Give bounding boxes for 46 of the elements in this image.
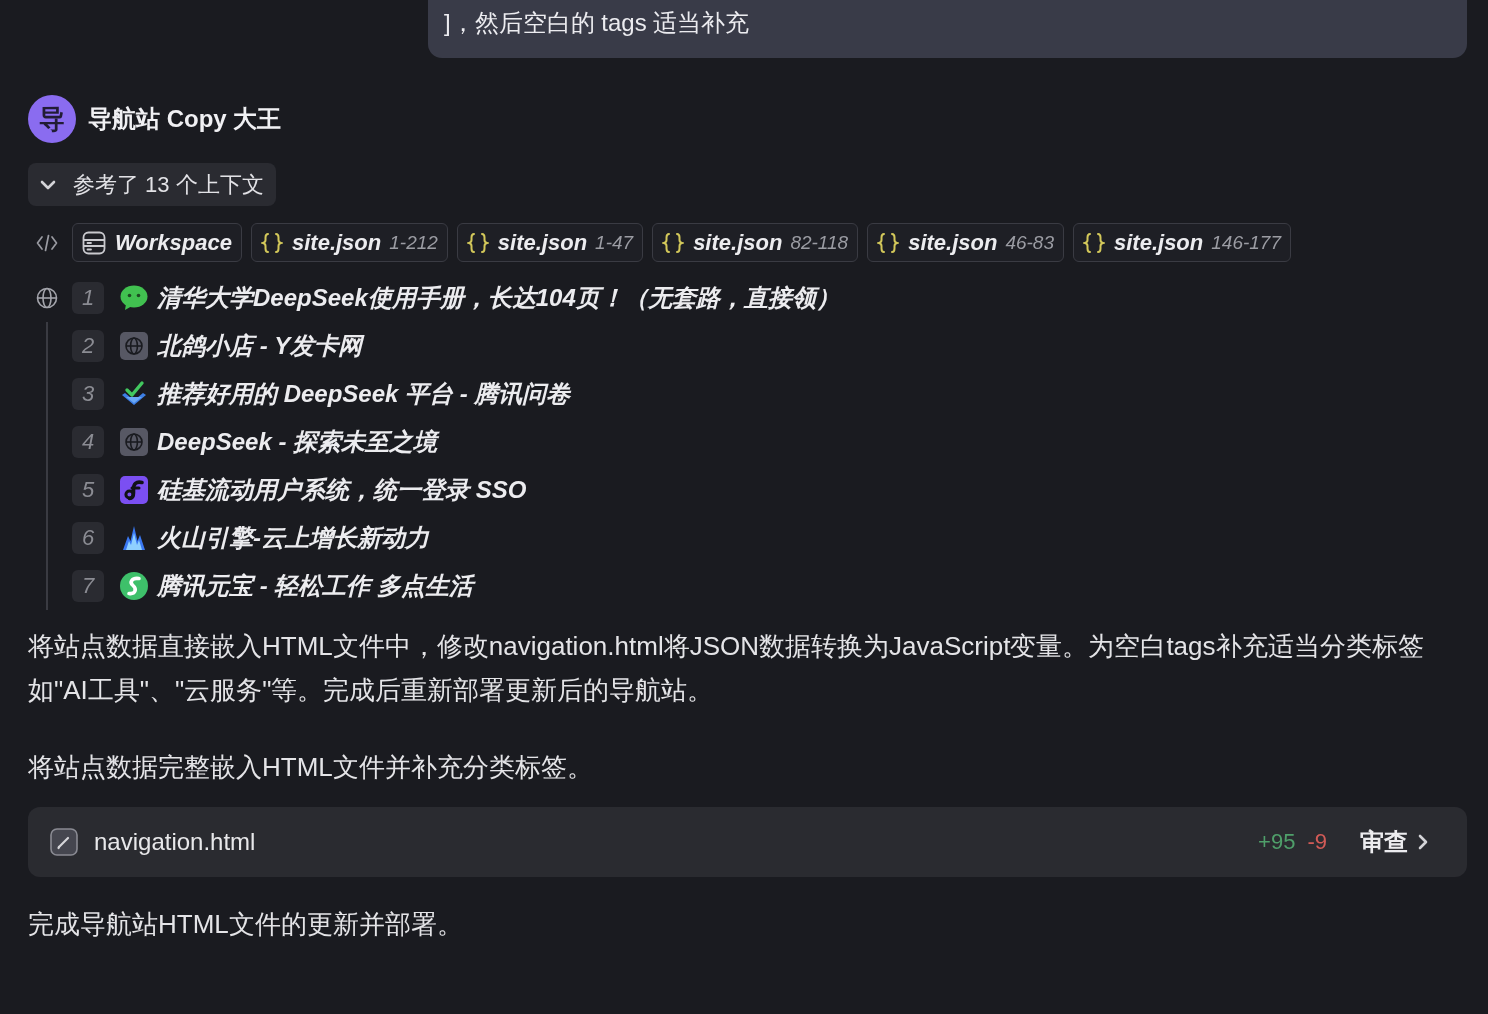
braces-icon <box>662 231 685 254</box>
source-link[interactable]: 火山引擎-云上增长新动力 <box>157 522 429 554</box>
source-link[interactable]: 北鸽小店 - Y发卡网 <box>157 330 363 362</box>
code-icon <box>36 233 58 252</box>
removed-count: -9 <box>1307 829 1327 855</box>
braces-icon <box>261 231 283 254</box>
file-chip[interactable]: site.json 82-118 <box>652 223 859 262</box>
avatar: 导 <box>28 95 76 143</box>
curve-tile-icon <box>120 476 148 504</box>
paragraph: 完成导航站HTML文件的更新并部署。 <box>28 908 464 941</box>
server-icon <box>82 230 106 255</box>
file-chip[interactable]: site.json 1-47 <box>456 223 644 262</box>
source-link[interactable]: 清华大学DeepSeek使用手册，长达104页！（无套路，直接领） <box>157 282 840 314</box>
item-number: 1 <box>72 282 104 314</box>
item-number: 2 <box>72 330 104 362</box>
item-number: 7 <box>72 570 104 602</box>
context-toggle[interactable]: 参考了 13 个上下文 <box>28 163 276 206</box>
review-button[interactable]: 审查 <box>1360 826 1428 858</box>
paragraph: 将站点数据直接嵌入HTML文件中，修改navigation.html将JSON数据转换为JavaScript变量。为空白tags补充适当分类标签如"AI工具"、"云服务"等。完成后重新部署更新后的导航站。 <box>28 630 1425 707</box>
source-link[interactable]: DeepSeek - 探索未至之境 <box>157 426 438 458</box>
swirl-icon <box>120 572 148 600</box>
edit-icon <box>50 828 78 856</box>
chevron-right-icon <box>1418 834 1428 850</box>
file-chip[interactable]: site.json 46-83 <box>867 223 1064 262</box>
item-number: 6 <box>72 522 104 554</box>
braces-icon <box>466 231 489 254</box>
item-number: 5 <box>72 474 104 506</box>
message-bubble: ]，然后空白的 tags 适当补充 <box>428 0 1467 58</box>
globe-icon <box>36 287 58 309</box>
globe-icon <box>120 332 148 360</box>
braces-icon <box>1083 231 1105 254</box>
globe-icon <box>120 428 148 456</box>
paragraph: 将站点数据完整嵌入HTML文件并补充分类标签。 <box>28 751 594 784</box>
file-name: navigation.html <box>94 828 256 856</box>
check-layers-icon <box>120 380 148 408</box>
source-link[interactable]: 推荐好用的 DeepSeek 平台 - 腾讯问卷 <box>157 378 571 410</box>
chat-bubble-icon <box>120 284 148 312</box>
item-number: 3 <box>72 378 104 410</box>
file-chip[interactable]: site.json 1-212 <box>251 223 448 262</box>
source-link[interactable]: 硅基流动用户系统，统一登录 SSO <box>157 474 527 506</box>
assistant-name: 导航站 Copy 大王 <box>88 104 282 134</box>
added-count: +95 <box>1258 829 1296 855</box>
workspace-chip[interactable]: Workspace <box>72 223 242 262</box>
file-chip[interactable]: site.json 146-177 <box>1073 223 1291 262</box>
braces-icon <box>877 231 900 254</box>
item-number: 4 <box>72 426 104 458</box>
